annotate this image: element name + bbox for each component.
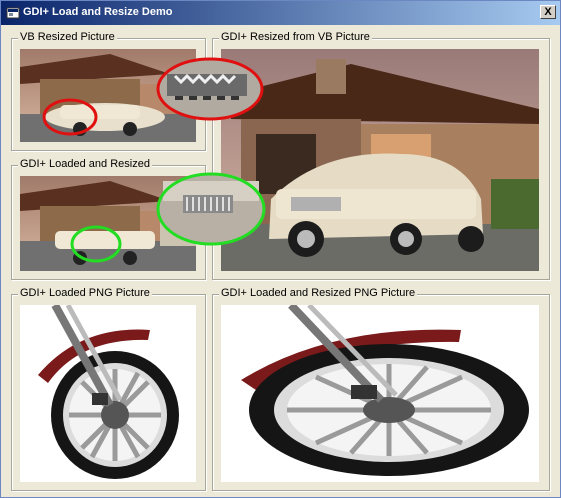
app-window: GDI+ Load and Resize Demo X VB Resized P… [0,0,561,498]
gdi-from-vb-label: GDI+ Resized from VB Picture [219,31,372,43]
close-button[interactable]: X [540,5,556,19]
title-bar[interactable]: GDI+ Load and Resize Demo X [1,1,560,25]
gdi-png-resized-label: GDI+ Loaded and Resized PNG Picture [219,287,418,299]
gdi-png-frame: GDI+ Loaded PNG Picture [11,287,206,491]
vb-resized-label: VB Resized Picture [18,31,117,43]
zoom-callout-red [155,56,265,122]
gdi-png-resized-frame: GDI+ Loaded and Resized PNG Picture [212,287,550,491]
gdi-png-resized-picture [221,305,539,482]
gdi-loaded-resized-label: GDI+ Loaded and Resized [18,158,152,170]
gdi-png-label: GDI+ Loaded PNG Picture [18,287,152,299]
window-title: GDI+ Load and Resize Demo [23,6,173,18]
gdi-from-vb-picture [221,49,539,271]
gdi-png-picture [20,305,196,482]
app-icon[interactable] [6,6,20,20]
close-icon: X [544,6,552,18]
zoom-callout-green [155,171,267,247]
